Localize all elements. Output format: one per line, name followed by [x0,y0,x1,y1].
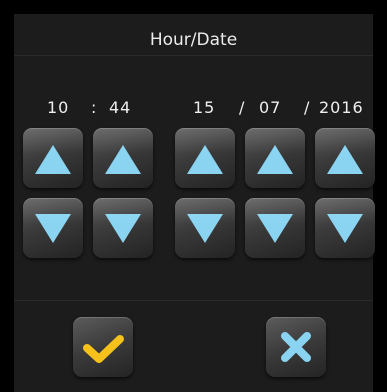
hour-down-button[interactable] [23,198,83,258]
arrow-down-icon [187,214,223,243]
arrow-up-icon [105,145,141,174]
close-icon [281,332,311,362]
arrow-down-icon [257,214,293,243]
month-up-button[interactable] [245,128,305,188]
day-up-button[interactable] [175,128,235,188]
confirm-button[interactable] [73,317,133,377]
header-divider [14,55,373,56]
minute-up-button[interactable] [93,128,153,188]
month-value: 07 [259,98,282,117]
page-title: Hour/Date [149,30,238,50]
minute-value: 44 [109,98,132,117]
date-separator-1: / [239,98,246,117]
arrow-up-icon [327,145,363,174]
hour-up-button[interactable] [23,128,83,188]
hour-value: 10 [47,98,70,117]
date-separator-2: / [304,98,311,117]
arrow-up-icon [187,145,223,174]
footer-divider [14,300,373,301]
day-down-button[interactable] [175,198,235,258]
arrow-down-icon [35,214,71,243]
year-up-button[interactable] [315,128,375,188]
arrow-up-icon [257,145,293,174]
minute-down-button[interactable] [93,198,153,258]
arrow-up-icon [35,145,71,174]
arrow-down-icon [105,214,141,243]
time-separator: : [91,98,98,117]
year-value: 2016 [319,98,364,117]
checkmark-icon [83,335,124,363]
hour-date-screen: Hour/Date 10 : 44 15 / 07 / 2016 [0,0,387,392]
day-value: 15 [193,98,216,117]
cancel-button[interactable] [266,317,326,377]
arrow-down-icon [327,214,363,243]
month-down-button[interactable] [245,198,305,258]
year-down-button[interactable] [315,198,375,258]
